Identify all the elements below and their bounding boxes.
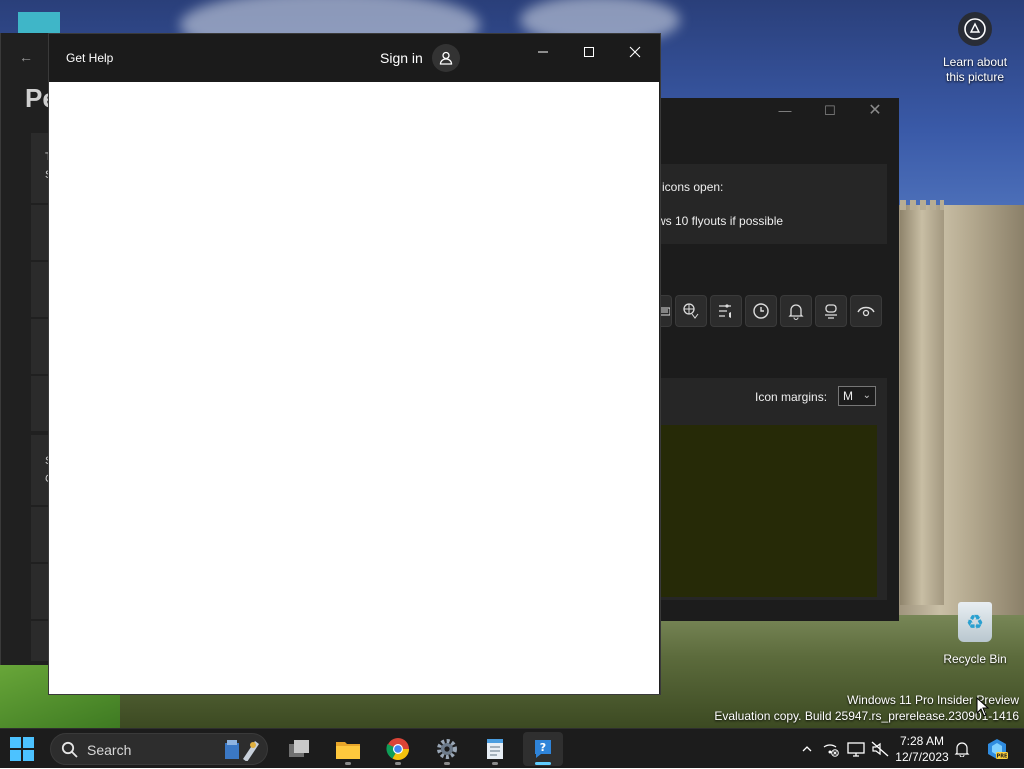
settings-card[interactable]: T S — [31, 133, 52, 203]
svg-text:PRE: PRE — [997, 754, 1009, 760]
notifications-button[interactable] — [952, 729, 972, 769]
back-arrow-icon[interactable]: ← — [19, 49, 33, 65]
notepad-icon — [487, 739, 503, 759]
icon-toolbar — [657, 295, 882, 327]
close-icon[interactable]: ✕ — [862, 100, 888, 120]
headset-icon[interactable] — [815, 295, 847, 327]
running-indicator — [395, 762, 401, 765]
volume-muted-icon — [871, 741, 889, 757]
sign-in-button[interactable]: Sign in — [380, 50, 423, 66]
file-explorer-button[interactable] — [328, 732, 368, 766]
title-bar[interactable]: — ☐ ✕ — [657, 98, 899, 128]
mouse-pointer-icon — [976, 697, 990, 717]
preview-area — [657, 425, 877, 597]
svg-text:?: ? — [540, 741, 546, 754]
chrome-button[interactable] — [378, 732, 418, 766]
language-icon[interactable] — [675, 295, 707, 327]
learn-about-label: Learn about this picture — [936, 55, 1014, 85]
icon-margins-select[interactable]: M ⌄ — [838, 386, 876, 406]
monitor-icon — [847, 742, 865, 757]
task-view-icon — [289, 740, 309, 757]
watermark-line1: Windows 11 Pro Insider Preview — [847, 693, 1019, 707]
learn-label-line2: this picture — [945, 70, 1005, 84]
get-help-window[interactable]: Get Help Sign in — [48, 33, 661, 695]
chrome-icon — [386, 738, 409, 760]
account-icon[interactable] — [432, 44, 460, 72]
settings-card[interactable] — [31, 262, 49, 317]
tray-flyout-app-window[interactable]: — ☐ ✕ icons open: ws 10 flyouts if possi… — [657, 98, 899, 621]
title-bar[interactable]: Get Help Sign in — [49, 34, 660, 82]
maximize-icon[interactable]: ☐ — [817, 103, 843, 123]
bell-icon — [954, 742, 970, 757]
search-icon — [61, 741, 78, 758]
recycle-bin[interactable]: ♻ Recycle Bin — [940, 602, 1010, 666]
castle-battlement — [900, 200, 944, 210]
help-content-area[interactable] — [49, 82, 659, 694]
bell-icon[interactable] — [780, 295, 812, 327]
running-indicator — [492, 762, 498, 765]
active-indicator — [535, 762, 551, 765]
settings-card[interactable] — [31, 621, 49, 661]
eye-icon[interactable] — [850, 295, 882, 327]
copilot-preview-button[interactable]: PRE — [984, 729, 1010, 769]
evaluation-watermark: Windows 11 Pro Insider Preview Evaluatio… — [714, 692, 1019, 724]
close-icon[interactable] — [619, 40, 651, 64]
settings-card[interactable] — [31, 205, 49, 260]
minimize-icon[interactable] — [527, 40, 559, 64]
folder-icon — [336, 742, 360, 759]
network-disconnected-icon — [823, 744, 839, 757]
notepad-button[interactable] — [475, 732, 515, 766]
help-icon: ? — [535, 740, 551, 758]
settings-button[interactable] — [427, 732, 467, 766]
clock-icon[interactable] — [745, 295, 777, 327]
search-box[interactable]: Search — [50, 733, 268, 765]
start-button[interactable] — [10, 737, 34, 761]
watermark-line2: Evaluation copy. Build 25947.rs_prerelea… — [714, 709, 1019, 723]
running-indicator — [444, 762, 450, 765]
display-button[interactable] — [845, 729, 867, 769]
maximize-icon[interactable] — [573, 40, 605, 64]
search-highlight-icon — [225, 740, 259, 761]
volume-button[interactable] — [869, 729, 891, 769]
window-edge — [18, 12, 60, 34]
windows10-flyouts-option[interactable]: ws 10 flyouts if possible — [657, 214, 783, 228]
clock[interactable]: 7:28 AM 12/7/2023 — [890, 733, 954, 765]
icon-margins-label: Icon margins: — [755, 390, 828, 404]
chevron-up-icon — [802, 746, 812, 752]
task-view-button[interactable] — [279, 732, 319, 766]
taskbar: Search ? 7:28 AM 12/7/2023 PRE — [0, 728, 1024, 768]
minimize-icon[interactable]: — — [772, 103, 798, 123]
learn-label-line1: Learn about — [942, 55, 1008, 69]
window-title: Get Help — [66, 51, 114, 65]
recycle-bin-label: Recycle Bin — [943, 652, 1007, 666]
chevron-down-icon: ⌄ — [862, 390, 871, 401]
settings-card[interactable] — [31, 507, 49, 562]
clock-time: 7:28 AM — [899, 734, 945, 748]
windows-logo-icon — [10, 737, 34, 761]
settings-card[interactable] — [31, 376, 49, 431]
icon-margins-value: M — [843, 389, 853, 403]
get-help-button[interactable]: ? — [523, 732, 563, 766]
settings-card — [657, 164, 887, 244]
settings-card[interactable]: S C — [31, 435, 53, 505]
copilot-pre-icon: PRE — [988, 739, 1009, 760]
icons-open-label: icons open: — [662, 180, 724, 194]
recycle-bin-icon: ♻ — [958, 602, 992, 642]
castle-tower — [900, 205, 944, 605]
settings-window[interactable]: ← Pe T S S C — [0, 33, 57, 665]
learn-about-picture[interactable]: Learn about this picture — [936, 12, 1014, 85]
search-label: Search — [87, 742, 132, 758]
running-indicator — [345, 762, 351, 765]
settings-card[interactable] — [31, 564, 49, 619]
clock-date: 12/7/2023 — [895, 750, 949, 764]
settings-card[interactable] — [31, 319, 49, 374]
volume-settings-icon[interactable] — [710, 295, 742, 327]
camera-icon — [958, 12, 992, 46]
gear-icon — [437, 739, 457, 759]
network-status-button[interactable] — [820, 729, 842, 769]
show-hidden-icons-button[interactable] — [798, 729, 816, 769]
